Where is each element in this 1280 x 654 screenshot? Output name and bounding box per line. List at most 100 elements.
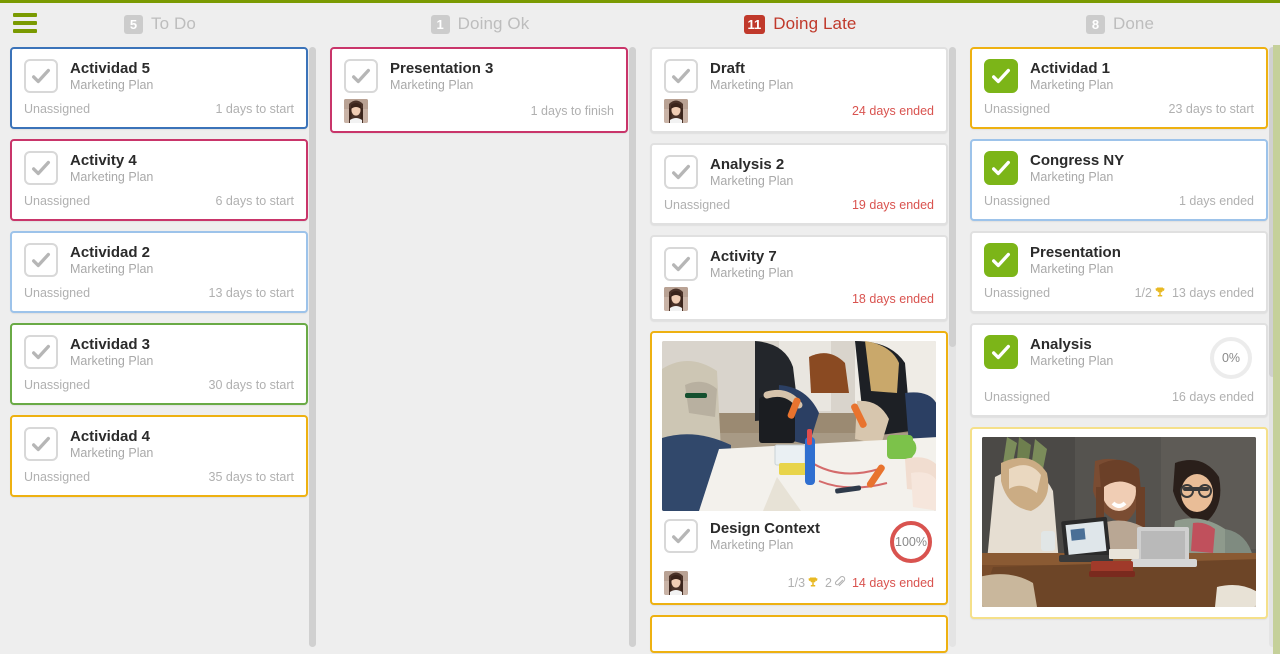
task-card[interactable]: Draft Marketing Plan 24 days ended: [650, 47, 948, 133]
card-days: 19 days ended: [851, 198, 934, 212]
card-progress-label: 100%: [895, 535, 927, 549]
card-check-icon[interactable]: [664, 59, 698, 93]
card-check-icon[interactable]: [984, 151, 1018, 185]
task-card[interactable]: Analysis 2 Marketing Plan Unassigned 19 day…: [650, 143, 948, 225]
card-title: Actividad 4: [70, 428, 151, 445]
card-titles: Activity 4 Marketing Plan: [70, 151, 294, 184]
card-check-icon[interactable]: [24, 427, 58, 461]
task-card[interactable]: Actividad 3 Marketing Plan Unassigned 30 da…: [10, 323, 308, 405]
column-scrollbar[interactable]: [309, 47, 316, 647]
card-check-icon[interactable]: [664, 247, 698, 281]
card-subtitle: Marketing Plan: [1030, 78, 1114, 93]
card-cover-image: [662, 341, 936, 511]
avatar[interactable]: [664, 571, 688, 595]
card-check-icon[interactable]: [24, 151, 58, 185]
card-check-icon[interactable]: [664, 519, 698, 553]
top-bar: 5 To Do 1 Doing Ok 11 Doing Late 8 Done: [0, 3, 1280, 45]
card-titles: Draft Marketing Plan: [710, 59, 934, 92]
column-scrollbar-thumb[interactable]: [629, 47, 636, 647]
card-assignee: Unassigned: [24, 470, 91, 484]
card-footer: Unassigned 1 days ended: [972, 189, 1266, 219]
avatar[interactable]: [344, 99, 368, 123]
trophy-icon: [807, 576, 819, 591]
card-subtitle: Marketing Plan: [710, 266, 794, 281]
column-scrollbar-thumb[interactable]: [949, 47, 956, 347]
card-body: Activity 7 Marketing Plan: [652, 237, 946, 285]
task-card[interactable]: [970, 427, 1268, 619]
card-titles: Actividad 4 Marketing Plan: [70, 427, 294, 460]
column-card-list: Presentation 3 Marketing Plan 1 days to fi…: [320, 45, 638, 153]
card-days: 30 days to start: [208, 378, 294, 392]
right-edge-strip: [1273, 45, 1280, 654]
card-footer: 18 days ended: [652, 285, 946, 319]
column-card-list: Actividad 1 Marketing Plan Unassigned 23 da…: [960, 45, 1278, 639]
column-scrollbar[interactable]: [949, 47, 956, 647]
card-check-icon[interactable]: [984, 59, 1018, 93]
column-doing-late: Draft Marketing Plan 24 days ended Analysis…: [640, 45, 958, 654]
card-title: Actividad 2: [70, 244, 151, 261]
card-body: Actividad 2 Marketing Plan: [12, 233, 306, 281]
column-header-todo[interactable]: 5 To Do: [40, 3, 280, 45]
card-footer-right: 23 days to start: [1169, 102, 1254, 116]
card-subtitle: Marketing Plan: [1030, 262, 1114, 277]
meta-text: 2: [825, 576, 832, 590]
task-card[interactable]: Actividad 5 Marketing Plan Unassigned 1 day…: [10, 47, 308, 129]
card-check-icon[interactable]: [24, 59, 58, 93]
card-check-icon[interactable]: [664, 155, 698, 189]
card-footer: Unassigned 16 days ended: [972, 385, 1266, 415]
card-days: 18 days ended: [851, 292, 934, 306]
card-days: 16 days ended: [1171, 390, 1254, 404]
card-title: Activity 7: [710, 248, 777, 265]
task-card[interactable]: Activity 4 Marketing Plan Unassigned 6 days…: [10, 139, 308, 221]
task-card[interactable]: Congress NY Marketing Plan Unassigned 1 day…: [970, 139, 1268, 221]
card-check-icon[interactable]: [984, 335, 1018, 369]
column-done: Actividad 1 Marketing Plan Unassigned 23 da…: [960, 45, 1278, 654]
task-card[interactable]: Actividad 4 Marketing Plan Unassigned 35 da…: [10, 415, 308, 497]
card-check-icon[interactable]: [24, 243, 58, 277]
card-footer-right: 30 days to start: [209, 378, 294, 392]
task-card[interactable]: Activity 7 Marketing Plan 18 days ended: [650, 235, 948, 321]
card-title: Analysis 2: [710, 156, 785, 173]
card-assignee: Unassigned: [984, 194, 1051, 208]
avatar[interactable]: [664, 287, 688, 311]
task-card[interactable]: Design Context Marketing Plan 100% 1/3 2 14 d…: [650, 331, 948, 605]
card-footer: 24 days ended: [652, 97, 946, 131]
card-titles: Analysis 2 Marketing Plan: [710, 155, 934, 188]
card-title: Actividad 3: [70, 336, 151, 353]
task-card[interactable]: [650, 615, 948, 653]
card-footer-right: 1/2 13 days ended: [1135, 286, 1254, 301]
task-card[interactable]: Presentation Marketing Plan Unassigned 1/2 1…: [970, 231, 1268, 313]
task-card[interactable]: Analysis Marketing Plan 0% Unassigned 16 day…: [970, 323, 1268, 417]
column-header-doing-late[interactable]: 11 Doing Late: [680, 3, 920, 45]
task-card[interactable]: Presentation 3 Marketing Plan 1 days to fi…: [330, 47, 628, 133]
column-title: Done: [1112, 14, 1155, 33]
column-scrollbar-thumb[interactable]: [309, 47, 316, 647]
card-footer-right: 16 days ended: [1172, 390, 1254, 404]
card-check-icon[interactable]: [24, 335, 58, 369]
task-card[interactable]: Actividad 1 Marketing Plan Unassigned 23 da…: [970, 47, 1268, 129]
column-header-done[interactable]: 8 Done: [1000, 3, 1240, 45]
card-body: Presentation Marketing Plan: [972, 233, 1266, 281]
card-body: Congress NY Marketing Plan: [972, 141, 1266, 189]
card-footer: Unassigned 23 days to start: [972, 97, 1266, 127]
column-doing-ok: Presentation 3 Marketing Plan 1 days to fi…: [320, 45, 638, 654]
card-titles: Analysis Marketing Plan: [1030, 335, 1202, 368]
column-count-badge: 8: [1085, 14, 1105, 34]
meta-text: 1/2: [1134, 286, 1152, 300]
column-scrollbar[interactable]: [629, 47, 636, 647]
card-footer-right: 6 days to start: [215, 194, 294, 208]
card-subtitle: Marketing Plan: [70, 262, 154, 277]
task-card[interactable]: Actividad 2 Marketing Plan Unassigned 13 da…: [10, 231, 308, 313]
card-title: Activity 4: [70, 152, 137, 169]
avatar[interactable]: [664, 99, 688, 123]
paperclip-icon: [834, 575, 846, 591]
card-titles: Actividad 3 Marketing Plan: [70, 335, 294, 368]
card-days: 35 days to start: [208, 470, 294, 484]
card-check-icon[interactable]: [984, 243, 1018, 277]
card-footer: Unassigned 35 days to start: [12, 465, 306, 495]
card-footer-right: 1/3 2 14 days ended: [788, 575, 934, 591]
column-header-doing-ok[interactable]: 1 Doing Ok: [360, 3, 600, 45]
card-subtitle: Marketing Plan: [70, 170, 154, 185]
card-title: Design Context: [710, 520, 821, 537]
card-check-icon[interactable]: [344, 59, 378, 93]
